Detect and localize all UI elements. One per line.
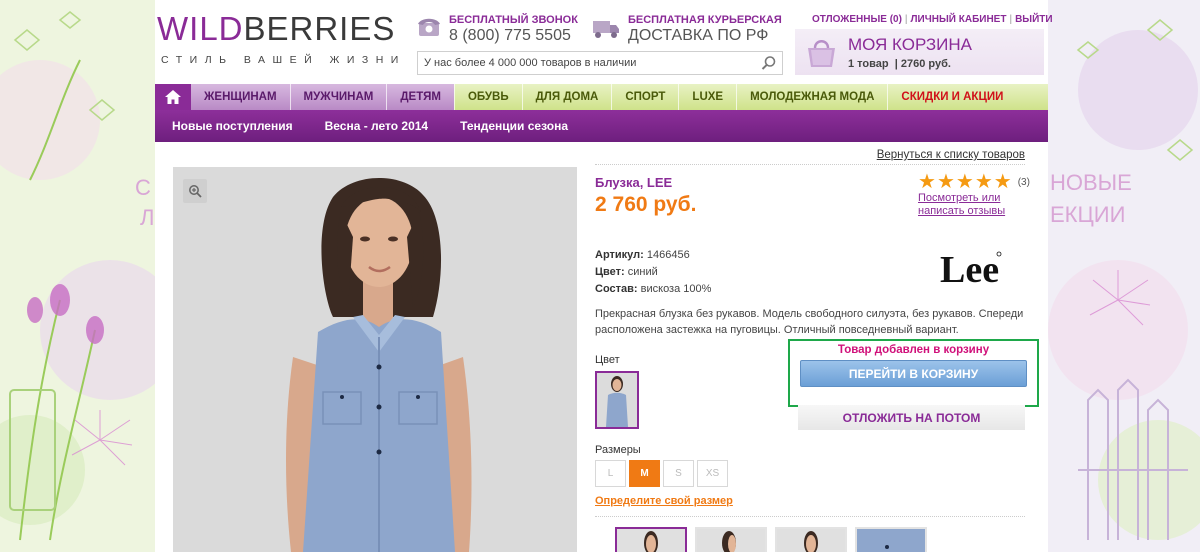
home-button[interactable] [155, 84, 191, 110]
nav-item-sales[interactable]: СКИДКИ И АКЦИИ [887, 84, 1048, 110]
size-guide-link[interactable]: Определите свой размер [595, 495, 733, 507]
call-title: БЕСПЛАТНЫЙ ЗВОНОК [449, 14, 578, 26]
size-option-xs[interactable]: XS [697, 460, 728, 487]
composition-row: Состав: вискоза 100% [595, 283, 712, 295]
article-value: 1466456 [646, 249, 690, 261]
reviews-link[interactable]: Посмотреть или написать отзывы [918, 192, 1028, 218]
nav-item-luxe[interactable]: LUXE [678, 84, 737, 110]
cart-summary: 1 товар | 2760 руб. [848, 57, 951, 70]
delivery-title: БЕСПЛАТНАЯ КУРЬЕРСКАЯ [628, 14, 782, 26]
nav-item-kids[interactable]: ДЕТЯМ [386, 84, 454, 110]
added-to-cart-panel: Товар добавлен в корзину ПЕРЕЙТИ В КОРЗИ… [788, 339, 1039, 407]
article-row: Артикул: 1466456 [595, 249, 690, 261]
color-swatch-blue[interactable] [595, 371, 639, 429]
home-icon [165, 90, 181, 104]
added-to-cart-message: Товар добавлен в корзину [837, 344, 990, 356]
zoom-icon [189, 185, 202, 198]
thumbnail-3[interactable] [775, 527, 847, 552]
nav-item-home[interactable]: ДЛЯ ДОМА [521, 84, 612, 110]
cart-count: 1 товар [848, 57, 889, 70]
floral-decoration-left: С Л [0, 0, 155, 552]
go-to-cart-button[interactable]: ПЕРЕЙТИ В КОРЗИНУ [800, 360, 1027, 387]
swatch-image [597, 373, 637, 427]
search-icon[interactable] [761, 55, 777, 71]
thumbnail-4[interactable] [855, 527, 927, 552]
back-to-list-link[interactable]: Вернуться к списку товаров [595, 149, 1025, 165]
color-row: Цвет: синий [595, 266, 658, 278]
brand-logo-lee[interactable]: Lee [938, 246, 1002, 288]
nav-item-youth-fashion[interactable]: МОЛОДЕЖНАЯ МОДА [736, 84, 888, 110]
sizes-label: Размеры [595, 444, 641, 456]
nav-item-sport[interactable]: СПОРТ [611, 84, 679, 110]
cart-title: МОЯ КОРЗИНА [848, 34, 973, 54]
svg-text:С: С [135, 175, 151, 200]
product-photo[interactable] [173, 167, 577, 552]
call-number: 8 (800) 775 5505 [449, 27, 571, 44]
delivery-text: ДОСТАВКА ПО РФ [628, 27, 769, 44]
star-icon: ★ [955, 171, 974, 193]
color-section-label: Цвет [595, 354, 620, 366]
product-attributes: Артикул: 1466456 Цвет: синий Состав: вис… [595, 247, 711, 298]
shopping-bag-icon [808, 40, 835, 67]
product-price: 2 760 руб. [595, 193, 697, 216]
star-icon: ★ [936, 171, 955, 193]
svg-text:Л: Л [140, 205, 154, 230]
divider [595, 516, 1025, 517]
account-links: ОТЛОЖЕННЫЕ (0) | ЛИЧНЫЙ КАБИНЕТ | ВЫЙТИ [812, 14, 1053, 25]
size-option-l[interactable]: L [595, 460, 626, 487]
save-for-later-button[interactable]: ОТЛОЖИТЬ НА ПОТОМ [798, 405, 1025, 430]
photo-thumbnails [615, 527, 927, 552]
nav-item-shoes[interactable]: ОБУВЬ [453, 84, 522, 110]
floral-decoration-right: НОВЫЕ ЕКЦИИ [1048, 0, 1200, 552]
svg-text:ЕКЦИИ: ЕКЦИИ [1050, 202, 1125, 227]
model-photo [173, 167, 577, 552]
star-icon: ★ [918, 171, 936, 193]
reviews-count: (3) [1017, 176, 1030, 188]
size-option-s[interactable]: S [663, 460, 694, 487]
subnav-spring-summer[interactable]: Весна - лето 2014 [325, 119, 429, 133]
size-option-m[interactable]: M [629, 460, 660, 487]
search-input[interactable] [418, 57, 748, 69]
phone-icon [418, 18, 440, 36]
cart-widget[interactable]: МОЯ КОРЗИНА 1 товар | 2760 руб. [795, 29, 1044, 75]
truck-icon [593, 21, 619, 38]
subnav-trends[interactable]: Тенденции сезона [460, 119, 568, 133]
color-value: синий [627, 266, 658, 278]
thumbnail-1[interactable] [615, 527, 687, 552]
subnav-new-arrivals[interactable]: Новые поступления [172, 119, 293, 133]
logout-link[interactable]: ВЫЙТИ [1015, 14, 1053, 25]
personal-account-link[interactable]: ЛИЧНЫЙ КАБИНЕТ [911, 14, 1007, 25]
search-box [417, 51, 783, 75]
main-nav: ЖЕНЩИНАМ МУЖЧИНАМ ДЕТЯМ ОБУВЬ ДЛЯ ДОМА С… [155, 84, 1048, 110]
free-delivery-block: БЕСПЛАТНАЯ КУРЬЕРСКАЯ ДОСТАВКА ПО РФ [592, 14, 782, 45]
star-icon: ★ [974, 171, 993, 193]
page-container: WILDBERRIES СТИЛЬ ВАШЕЙ ЖИЗНИ БЕСПЛАТНЫЙ… [155, 0, 1053, 552]
star-icon: ★ [993, 171, 1012, 193]
nav-item-women[interactable]: ЖЕНЩИНАМ [191, 84, 290, 110]
cart-sum: 2760 руб. [900, 57, 951, 70]
sub-nav: Новые поступления Весна - лето 2014 Тенд… [155, 110, 1048, 142]
free-call-block: БЕСПЛАТНЫЙ ЗВОНОК 8 (800) 775 5505 [417, 14, 578, 45]
size-selector: L M S XS [595, 460, 728, 487]
svg-text:НОВЫЕ: НОВЫЕ [1050, 170, 1132, 195]
nav-item-men[interactable]: МУЖЧИНАМ [289, 84, 387, 110]
zoom-button[interactable] [183, 179, 207, 203]
composition-value: вискоза 100% [640, 283, 712, 295]
logo-wordmark: WILDBERRIES [157, 10, 396, 47]
rating-stars: ★ ★ ★ ★ ★ (3) [918, 172, 1030, 192]
product-title: Блузка, LEE [595, 175, 673, 190]
saved-items-link[interactable]: ОТЛОЖЕННЫЕ (0) [812, 14, 902, 25]
thumbnail-2[interactable] [695, 527, 767, 552]
site-logo[interactable]: WILDBERRIES СТИЛЬ ВАШЕЙ ЖИЗНИ [157, 10, 406, 66]
svg-text:Lee: Lee [940, 249, 999, 288]
logo-tagline: СТИЛЬ ВАШЕЙ ЖИЗНИ [161, 54, 406, 66]
product-description: Прекрасная блузка без рукавов. Модель св… [595, 308, 1024, 336]
